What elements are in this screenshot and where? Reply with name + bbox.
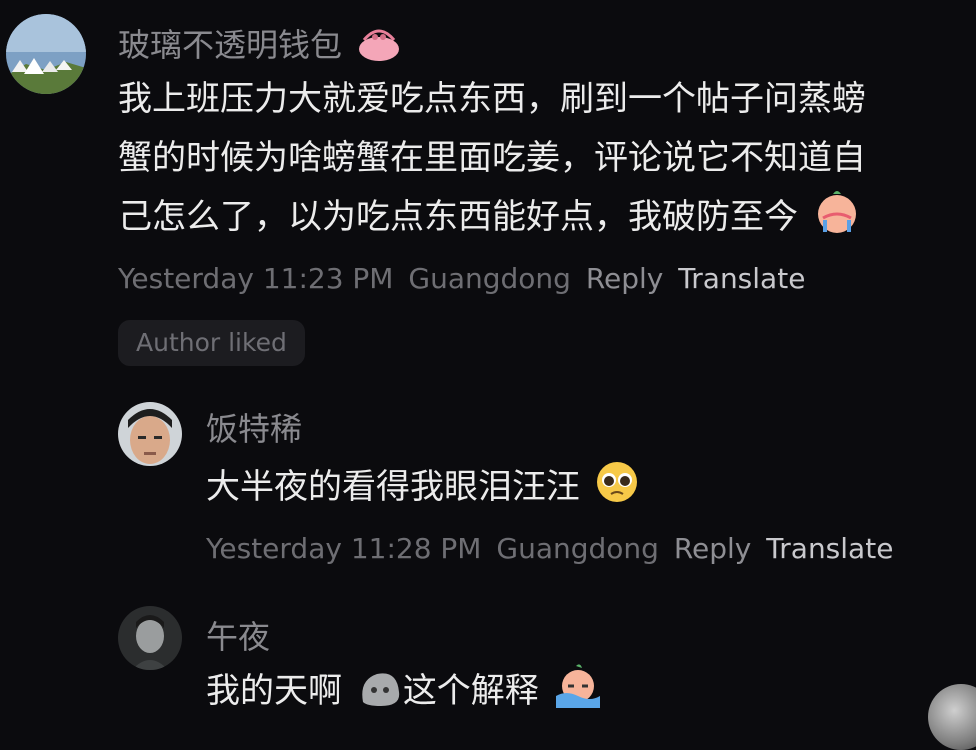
purse-emoji-icon <box>356 24 402 70</box>
comment-meta: Yesterday 11:28 PM Guangdong Reply Trans… <box>206 532 893 565</box>
user-avatar[interactable] <box>6 14 86 94</box>
comment-body: 我上班压力大就爱吃点东西，刷到一个帖子问蒸螃 蟹的时候为啥螃蟹在里面吃姜，评论说… <box>118 70 866 253</box>
location: Guangdong <box>496 532 659 565</box>
user-avatar[interactable] <box>118 402 182 466</box>
crying-in-water-emoji-icon <box>554 664 602 727</box>
pleading-face-emoji-icon <box>595 460 639 523</box>
reply-button[interactable]: Reply <box>586 262 664 295</box>
floating-avatar-icon[interactable] <box>928 684 976 750</box>
stone-face-emoji-icon <box>357 666 403 727</box>
comment-body-line: 蟹的时候为啥螃蟹在里面吃姜，评论说它不知道自 <box>118 138 866 178</box>
author-liked-badge: Author liked <box>118 320 305 366</box>
crying-face-emoji-icon <box>813 190 861 253</box>
comment-body-line: 己怎么了，以为吃点东西能好点，我破防至今 <box>118 188 866 253</box>
comment-body-line: 我上班压力大就爱吃点东西，刷到一个帖子问蒸螃 <box>118 79 866 119</box>
translate-button[interactable]: Translate <box>766 532 893 565</box>
comment-body: 大半夜的看得我眼泪汪汪 <box>206 458 639 523</box>
location: Guangdong <box>408 262 571 295</box>
username[interactable]: 午夜 <box>206 612 270 658</box>
timestamp: Yesterday 11:28 PM <box>206 532 482 565</box>
username[interactable]: 饭特稀 <box>206 404 302 450</box>
translate-button[interactable]: Translate <box>678 262 805 295</box>
comment-body: 我的天啊 这个解释 <box>206 662 602 727</box>
timestamp: Yesterday 11:23 PM <box>118 262 394 295</box>
user-avatar[interactable] <box>118 606 182 670</box>
comment-meta: Yesterday 11:23 PM Guangdong Reply Trans… <box>118 262 805 295</box>
reply-button[interactable]: Reply <box>674 532 752 565</box>
username[interactable]: 玻璃不透明钱包 <box>118 20 402 70</box>
